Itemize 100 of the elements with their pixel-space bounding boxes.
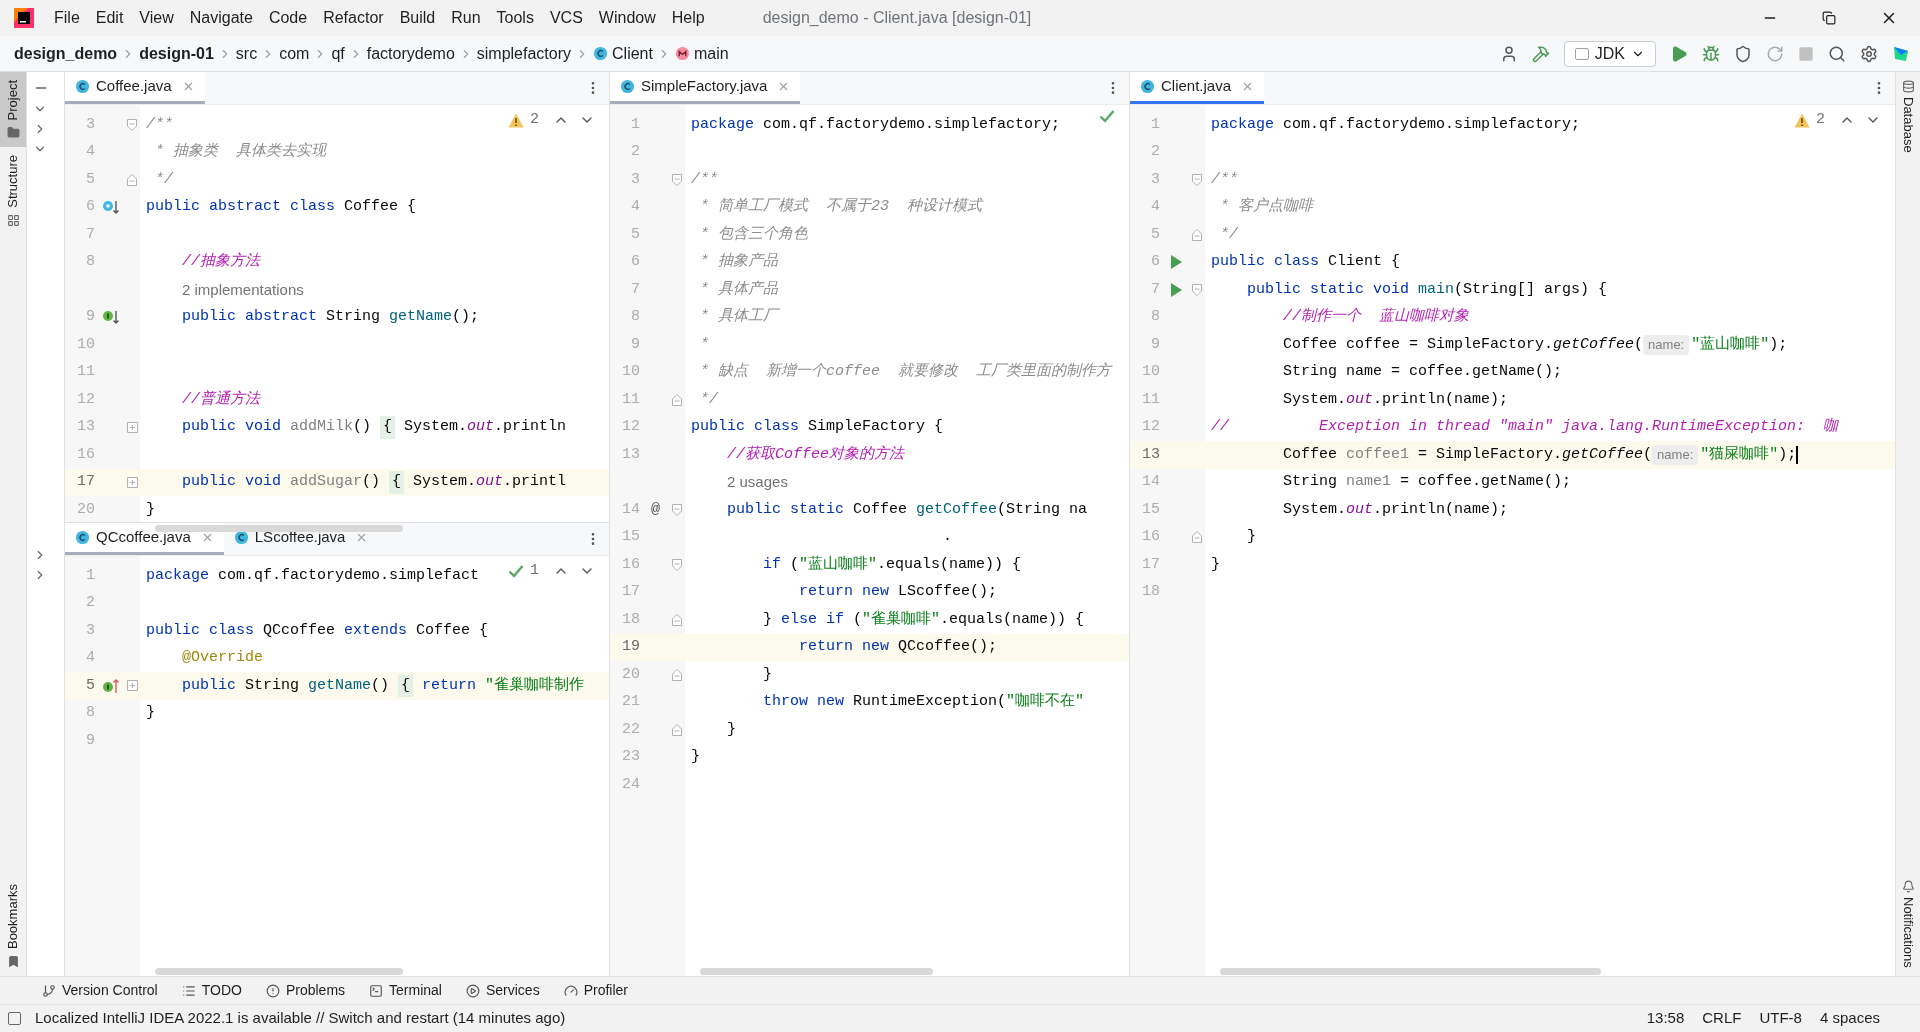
run-icon[interactable] (1168, 254, 1183, 271)
horizontal-scrollbar[interactable] (1220, 967, 1601, 975)
fold-marker-icon[interactable] (127, 118, 137, 131)
fold-marker-icon[interactable] (1192, 531, 1202, 544)
editor-tab[interactable]: Coffee.java (65, 72, 205, 104)
warning-icon[interactable] (508, 112, 524, 128)
fold-marker-icon[interactable] (672, 393, 682, 406)
problem-count: 2 (530, 110, 539, 130)
tool-window-button[interactable]: Problems (265, 980, 346, 1001)
fold-marker-icon[interactable] (672, 173, 682, 186)
code-line: * 具体产品 (699, 279, 778, 300)
menu-item[interactable]: Code (260, 6, 316, 30)
class-icon (233, 530, 249, 545)
fold-marker-icon[interactable] (672, 668, 682, 681)
fold-marker-icon[interactable] (672, 723, 682, 736)
menu-item[interactable]: Tools (488, 6, 542, 30)
tool-window-button[interactable]: TODO (181, 980, 242, 1001)
profile-icon[interactable] (1766, 44, 1784, 63)
horizontal-scrollbar[interactable] (700, 967, 934, 975)
editor-tab[interactable]: Client.java (1130, 72, 1265, 104)
status-item[interactable]: 4 spaces (1819, 1007, 1880, 1030)
breadcrumb[interactable]: Client (593, 41, 653, 66)
menu-item[interactable]: File (46, 6, 88, 30)
line-number: 7 (85, 224, 96, 245)
menu-item[interactable]: Edit (87, 6, 132, 30)
class-icon (593, 46, 609, 61)
tool-window-tab[interactable]: Notifications (1898, 880, 1918, 968)
search-icon[interactable] (1828, 44, 1846, 63)
run-config-dropdown[interactable]: JDK (1563, 40, 1656, 67)
run-icon[interactable] (1168, 281, 1183, 298)
tool-window-tab[interactable]: Bookmarks (3, 875, 23, 976)
line-number: 6 (1150, 252, 1161, 272)
line-number: 5 (630, 224, 641, 245)
database-icon (1901, 80, 1915, 93)
editor-tab[interactable]: SimpleFactory.java (610, 72, 801, 104)
tool-window-button[interactable]: Version Control (42, 980, 158, 1001)
horizontal-scrollbar[interactable] (155, 525, 404, 532)
menu-item[interactable]: Run (443, 6, 489, 30)
fold-marker-icon[interactable] (672, 558, 682, 571)
expand-icon[interactable] (126, 421, 138, 433)
breadcrumb[interactable]: design-01 (139, 41, 214, 66)
line-number: 22 (621, 719, 641, 740)
app-logo[interactable] (14, 8, 34, 28)
restore-icon[interactable] (1822, 11, 1836, 25)
status-item[interactable]: 13:58 (1646, 1007, 1685, 1030)
tool-window-button[interactable]: Profiler (563, 980, 628, 1001)
code-editor[interactable]: 1 package com.qf.factorydemo.simplefact 2 3 public class QCcoffee extends Coffee { 4 @Override 5 public String getName() { return "雀巢咖啡制作 8 } 9 1 (65, 556, 609, 976)
debug-icon[interactable] (1702, 44, 1720, 63)
status-message[interactable]: Localized IntelliJ IDEA 2022.1 is available // Switch and restart (14 minutes ago) (35, 1007, 566, 1030)
fold-marker-icon[interactable] (1192, 173, 1202, 186)
warning-icon[interactable] (1794, 112, 1810, 128)
code-line: public static void main(String[] args) { (1246, 279, 1608, 300)
run-icon[interactable] (1670, 44, 1688, 63)
breadcrumb[interactable]: factorydemo (366, 41, 455, 66)
check-icon[interactable] (508, 564, 524, 579)
fold-marker-icon[interactable] (127, 173, 137, 186)
menu-item[interactable]: Window (590, 6, 664, 30)
usage-hint[interactable]: 2 implementations (182, 278, 304, 301)
fold-marker-icon[interactable] (1192, 228, 1202, 241)
menu-item[interactable]: VCS (541, 6, 591, 30)
fold-marker-icon[interactable] (672, 503, 682, 516)
gutter-mark[interactable]: @ (651, 498, 660, 521)
breadcrumb[interactable]: design_demo (14, 41, 118, 66)
code-line: } (726, 719, 736, 740)
build-icon[interactable] (1531, 44, 1550, 63)
breadcrumb[interactable]: src (235, 41, 258, 66)
code-editor[interactable] (610, 105, 1129, 976)
coverage-icon[interactable] (1734, 44, 1752, 63)
fold-marker-icon[interactable] (1192, 283, 1202, 296)
fold-marker-icon[interactable] (672, 613, 682, 626)
settings-icon[interactable] (1860, 44, 1878, 63)
toolbox-logo[interactable] (1892, 44, 1910, 63)
tool-window-tab[interactable]: Structure (0, 147, 26, 236)
status-item[interactable]: UTF-8 (1759, 1007, 1802, 1030)
tool-window-tab[interactable]: Database (1898, 80, 1918, 153)
stop-icon[interactable] (1798, 45, 1814, 62)
tool-window-button[interactable]: Terminal (369, 980, 442, 1001)
breadcrumb[interactable]: qf (331, 41, 345, 66)
editor-tab[interactable]: LScoffee.java (223, 523, 379, 555)
menu-item[interactable]: Refactor (315, 6, 392, 30)
code-line: public String getName() { return "雀巢咖啡制作 (140, 674, 585, 697)
tool-window-button[interactable]: Services (465, 980, 540, 1001)
check-icon[interactable] (1099, 109, 1115, 123)
line-number: 5 (1150, 224, 1161, 245)
code-line: /** (1210, 169, 1238, 190)
expand-icon[interactable] (126, 476, 138, 488)
breadcrumb[interactable]: simplefactory (476, 41, 572, 66)
menu-item[interactable]: Navigate (181, 6, 261, 30)
usage-hint[interactable]: 2 usages (727, 471, 788, 494)
status-icon[interactable] (8, 1012, 21, 1025)
editor-tab[interactable]: QCcoffee.java (65, 523, 224, 555)
status-item[interactable]: CRLF (1702, 1007, 1742, 1030)
menu-item[interactable]: Help (663, 6, 713, 30)
breadcrumb[interactable]: com (279, 41, 310, 66)
menu-item[interactable]: Build (391, 6, 444, 30)
expand-icon[interactable] (126, 680, 138, 692)
tool-window-tab[interactable]: Project (0, 72, 26, 148)
menu-item[interactable]: View (131, 6, 182, 30)
horizontal-scrollbar[interactable] (155, 967, 404, 975)
breadcrumb[interactable]: main (674, 41, 729, 66)
